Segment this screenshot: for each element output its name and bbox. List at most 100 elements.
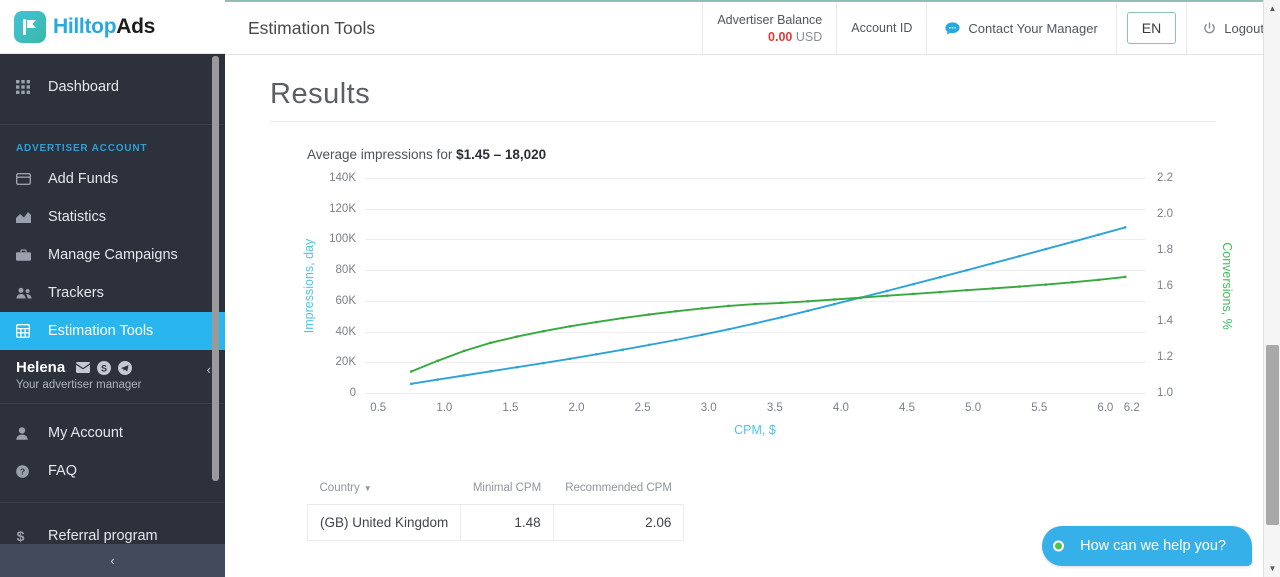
account-id[interactable]: Account ID	[836, 2, 926, 54]
chart-data-point	[542, 361, 545, 365]
chart-data-point	[991, 262, 995, 265]
triangle-down-icon[interactable]: ▼	[1264, 560, 1280, 577]
column-header-country[interactable]: Country ▼	[307, 476, 461, 505]
envelope-icon[interactable]	[75, 360, 90, 375]
scrollbar-thumb[interactable]	[1266, 345, 1279, 525]
chart-data-point	[833, 303, 836, 306]
chart-data-point	[780, 316, 783, 319]
chart-data-point	[542, 330, 545, 333]
chart-data-point	[463, 349, 466, 353]
chart-data-point	[410, 370, 413, 373]
sidebar-item-faq[interactable]: ? FAQ	[0, 452, 225, 490]
page-scrollbar[interactable]: ▲ ▼	[1263, 0, 1280, 577]
cell-recommended-cpm: 2.06	[553, 504, 685, 541]
chart-x-tick-label: 2.0	[568, 402, 585, 414]
sidebar-item-dashboard[interactable]: Dashboard	[0, 68, 225, 106]
cell-country: (GB) United Kingdom	[306, 504, 462, 541]
chart-data-point	[1044, 283, 1047, 286]
chart-data-point	[780, 301, 783, 305]
svg-text:S: S	[101, 363, 107, 373]
sidebar-item-statistics[interactable]: Statistics	[0, 198, 225, 236]
chart-data-point	[1097, 233, 1100, 236]
dashboard-block: Dashboard	[0, 54, 225, 118]
balance-amount: 0.00	[768, 29, 793, 44]
chart-caption: Average impressions for $1.45 – 18,020	[225, 122, 1271, 162]
chart-data-point	[515, 335, 519, 338]
triangle-up-icon[interactable]: ▲	[1264, 0, 1280, 17]
contact-manager-button[interactable]: Contact Your Manager	[926, 2, 1115, 54]
chat-bubble-icon	[945, 21, 961, 35]
sidebar-item-my-account[interactable]: My Account	[0, 414, 225, 452]
chart-data-point	[938, 290, 942, 294]
chart-data-point	[1124, 275, 1127, 279]
sidebar-item-add-funds[interactable]: Add Funds	[0, 160, 225, 198]
chart-x-tick-label: 4.0	[832, 402, 849, 414]
chart-x-tick-label: 0.5	[370, 402, 387, 414]
chart-data-point	[648, 343, 651, 347]
credit-card-icon	[16, 173, 38, 185]
sidebar-item-label: Referral program	[48, 528, 158, 544]
chart-data-point	[568, 325, 572, 328]
chart-data-point	[1044, 247, 1047, 251]
balance-currency: USD	[795, 29, 823, 44]
chart-x-tick-label: 3.5	[766, 402, 783, 414]
chat-widget-label: How can we help you?	[1080, 538, 1226, 554]
advertiser-balance: Advertiser Balance 0.00 USD	[702, 2, 836, 54]
briefcase-icon	[16, 248, 38, 262]
manager-name: Helena	[16, 359, 66, 376]
chart-data-point	[727, 304, 730, 308]
chart-y2-tick-label: 1.6	[1157, 279, 1173, 292]
chart-series-layer	[410, 226, 1127, 385]
sidebar-item-label: Dashboard	[48, 79, 119, 95]
sidebar-item-estimation-tools[interactable]: Estimation Tools	[0, 312, 225, 350]
chart-data-point	[436, 378, 439, 381]
chart-data-point	[674, 338, 677, 342]
chart-area-icon	[16, 211, 38, 223]
chart-y-tick-label: 80K	[335, 264, 356, 277]
language-button[interactable]: EN	[1126, 12, 1177, 44]
sidebar-item-label: FAQ	[48, 463, 78, 479]
table-header-row: Country ▼ Minimal CPM Recommended CPM	[307, 476, 684, 505]
chart-x-tick-label: 5.0	[965, 402, 982, 414]
brand-logo[interactable]: HilltopAds	[0, 0, 225, 54]
caret-down-icon: ▼	[363, 484, 372, 493]
chart-data-point	[595, 353, 598, 356]
telegram-icon[interactable]	[117, 360, 132, 375]
chat-widget-button[interactable]: How can we help you?	[1042, 526, 1252, 566]
chart-data-point	[595, 320, 598, 324]
chart-data-point	[859, 296, 862, 299]
sidebar-item-label: Trackers	[48, 285, 104, 301]
logout-label: Logout	[1224, 20, 1264, 36]
sidebar-item-label: Statistics	[48, 209, 107, 225]
chart-data-point	[753, 302, 757, 306]
sidebar-item-manage-campaigns[interactable]: Manage Campaigns	[0, 236, 225, 274]
chart-data-point	[806, 300, 810, 303]
cell-minimal-cpm: 1.48	[460, 504, 554, 541]
question-circle-icon: ?	[16, 464, 38, 478]
account-id-label: Account ID	[851, 21, 913, 35]
chart-caption-prefix: Average impressions for	[307, 147, 457, 162]
chart-x-tick-label: 4.5	[899, 402, 916, 414]
manager-info: Helena S Your advertiser manager ‹	[0, 350, 225, 404]
chart-data-point	[727, 328, 730, 331]
chart-data-point	[674, 310, 677, 313]
chart-x-tick-label: 1.5	[502, 402, 519, 414]
chart-y2-tick-label: 2.0	[1157, 207, 1173, 220]
chevron-left-icon[interactable]: ‹	[207, 362, 211, 377]
chart-x-tick-label: 5.5	[1031, 402, 1048, 414]
brand-name-part1: Hilltop	[53, 14, 117, 38]
chart-x-tick-label: 2.5	[634, 402, 651, 414]
column-header-recommended-cpm[interactable]: Recommended CPM	[553, 476, 684, 505]
column-header-minimal-cpm[interactable]: Minimal CPM	[460, 476, 554, 505]
language-selector[interactable]: EN	[1115, 2, 1186, 54]
sidebar-item-trackers[interactable]: Trackers	[0, 274, 225, 312]
sidebar-collapse-button[interactable]: ‹	[0, 544, 225, 577]
chart-line-impressions	[411, 226, 1126, 385]
chart-data-point	[1124, 226, 1127, 229]
column-label: Country	[319, 482, 360, 494]
contact-manager-label: Contact Your Manager	[968, 20, 1098, 36]
skype-icon[interactable]: S	[96, 360, 111, 375]
sidebar-scrollbar-thumb[interactable]	[212, 56, 219, 481]
chart-y2-axis-title: Conversions, %	[1219, 241, 1234, 330]
chart-data-point	[568, 357, 572, 360]
